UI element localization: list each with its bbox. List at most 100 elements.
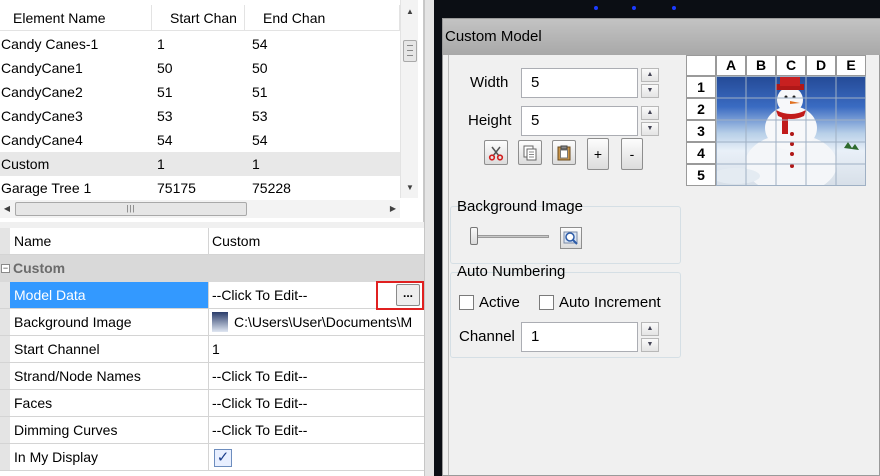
- width-input[interactable]: 5: [521, 68, 638, 98]
- channel-label: Channel: [459, 328, 515, 345]
- property-label: Faces: [10, 390, 209, 416]
- table-row-selected[interactable]: Custom 1 1: [0, 152, 400, 176]
- grid-row-header[interactable]: 1: [686, 76, 716, 98]
- paste-button[interactable]: [552, 140, 576, 165]
- scroll-down-arrow-icon[interactable]: ▼: [401, 180, 419, 196]
- in-my-display-checkbox[interactable]: ✓: [214, 449, 232, 468]
- table-row[interactable]: Garage Tree 1 75175 75228: [0, 176, 400, 200]
- collapse-icon[interactable]: −: [1, 264, 10, 273]
- background-brightness-slider-track[interactable]: [475, 235, 549, 238]
- grid-row-header[interactable]: 2: [686, 98, 716, 120]
- width-spinner[interactable]: ▲ ▼: [641, 68, 659, 98]
- property-value[interactable]: --Click To Edit--: [209, 363, 424, 389]
- active-checkbox[interactable]: [459, 295, 474, 310]
- background-image-group-title: Background Image: [457, 198, 583, 215]
- cell-element-name: CandyCane4: [1, 132, 83, 148]
- property-row-start-channel[interactable]: Start Channel 1: [0, 336, 424, 363]
- preview-background: [434, 0, 880, 18]
- cell-end-chan: 51: [252, 84, 268, 100]
- background-zoom-button[interactable]: [560, 227, 582, 249]
- scroll-right-arrow-icon[interactable]: ▶: [386, 200, 400, 218]
- property-label: Model Data: [10, 282, 209, 308]
- scroll-up-arrow-icon[interactable]: ▲: [401, 4, 419, 20]
- dialog-titlebar[interactable]: Custom Model: [443, 19, 880, 55]
- auto-increment-checkbox[interactable]: [539, 295, 554, 310]
- spin-up-icon[interactable]: ▲: [641, 106, 659, 120]
- cell-element-name: CandyCane1: [1, 60, 83, 76]
- property-value[interactable]: --Click To Edit--: [209, 390, 424, 416]
- spin-down-icon[interactable]: ▼: [641, 338, 659, 352]
- cell-start-chan: 1: [157, 36, 165, 52]
- horizontal-scrollbar[interactable]: ◀ ||| ▶: [0, 200, 400, 218]
- auto-increment-label[interactable]: Auto Increment: [559, 294, 661, 311]
- property-row-faces[interactable]: Faces --Click To Edit--: [0, 390, 424, 417]
- property-row-background-image[interactable]: Background Image C:\Users\User\Documents…: [0, 309, 424, 336]
- paste-icon: [557, 145, 571, 161]
- spin-down-icon[interactable]: ▼: [641, 122, 659, 136]
- vertical-scroll-thumb[interactable]: [403, 40, 417, 62]
- cell-start-chan: 53: [157, 108, 173, 124]
- grid-row-header[interactable]: 3: [686, 120, 716, 142]
- cell-start-chan: 54: [157, 132, 173, 148]
- property-value[interactable]: Custom: [209, 228, 424, 254]
- preview-background-edge: [434, 18, 442, 476]
- model-data-ellipsis-button[interactable]: ...: [396, 284, 420, 306]
- grid-cell-lines[interactable]: [716, 76, 866, 186]
- column-header-end-chan[interactable]: End Chan: [245, 5, 400, 31]
- property-grid: Name Custom − Custom Model Data --Click …: [0, 228, 424, 476]
- grid-column-header[interactable]: B: [746, 55, 776, 76]
- table-row[interactable]: Candy Canes-1 1 54: [0, 32, 400, 56]
- cell-end-chan: 75228: [252, 180, 291, 196]
- grid-column-header[interactable]: E: [836, 55, 866, 76]
- property-value-background-image[interactable]: C:\Users\User\Documents\M: [209, 309, 424, 335]
- background-brightness-slider-thumb[interactable]: [470, 227, 478, 245]
- column-header-start-chan[interactable]: Start Chan: [152, 5, 245, 31]
- element-list-header: Element Name Start Chan End Chan: [0, 5, 400, 31]
- cell-end-chan: 50: [252, 60, 268, 76]
- property-row-strand-node-names[interactable]: Strand/Node Names --Click To Edit--: [0, 363, 424, 390]
- copy-button[interactable]: [518, 140, 542, 165]
- splitter[interactable]: [424, 0, 434, 476]
- cell-start-chan: 1: [157, 156, 165, 172]
- property-value[interactable]: 1: [209, 336, 424, 362]
- channel-input[interactable]: 1: [521, 322, 638, 352]
- grid-column-header[interactable]: A: [716, 55, 746, 76]
- vertical-scrollbar[interactable]: ▲ ▼: [400, 0, 418, 198]
- cut-button[interactable]: [484, 140, 508, 165]
- channel-spinner[interactable]: ▲ ▼: [641, 322, 659, 352]
- grid-row-header[interactable]: 4: [686, 142, 716, 164]
- table-row[interactable]: CandyCane1 50 50: [0, 56, 400, 80]
- active-label[interactable]: Active: [479, 294, 520, 311]
- property-label: Background Image: [10, 309, 209, 335]
- table-row[interactable]: CandyCane2 51 51: [0, 80, 400, 104]
- dialog-title: Custom Model: [445, 28, 542, 45]
- property-value[interactable]: --Click To Edit--: [209, 417, 424, 443]
- add-button[interactable]: +: [587, 138, 609, 170]
- property-row-name[interactable]: Name Custom: [0, 228, 424, 255]
- property-value-in-my-display[interactable]: ✓: [209, 444, 424, 470]
- property-category-header[interactable]: − Custom: [0, 255, 424, 282]
- cell-element-name: Custom: [1, 156, 50, 172]
- spin-down-icon[interactable]: ▼: [641, 84, 659, 98]
- grid-corner-cell: [686, 55, 716, 76]
- property-row-in-my-display[interactable]: In My Display ✓: [0, 444, 424, 471]
- cell-end-chan: 1: [252, 156, 260, 172]
- table-row[interactable]: CandyCane3 53 53: [0, 104, 400, 128]
- spin-up-icon[interactable]: ▲: [641, 322, 659, 336]
- property-label: Strand/Node Names: [10, 363, 209, 389]
- table-row[interactable]: CandyCane4 54 54: [0, 128, 400, 152]
- remove-button[interactable]: -: [621, 138, 643, 170]
- height-input[interactable]: 5: [521, 106, 638, 136]
- grid-column-header[interactable]: C: [776, 55, 806, 76]
- property-row-dimming-curves[interactable]: Dimming Curves --Click To Edit--: [0, 417, 424, 444]
- magnifier-icon: [563, 231, 578, 245]
- height-spinner[interactable]: ▲ ▼: [641, 106, 659, 136]
- scroll-left-arrow-icon[interactable]: ◀: [0, 200, 14, 218]
- property-row-model-data[interactable]: Model Data --Click To Edit--: [0, 282, 424, 309]
- horizontal-scroll-thumb[interactable]: |||: [15, 202, 247, 216]
- grid-row-header[interactable]: 5: [686, 164, 716, 186]
- property-label: Dimming Curves: [10, 417, 209, 443]
- grid-column-header[interactable]: D: [806, 55, 836, 76]
- column-header-element-name[interactable]: Element Name: [0, 5, 152, 31]
- spin-up-icon[interactable]: ▲: [641, 68, 659, 82]
